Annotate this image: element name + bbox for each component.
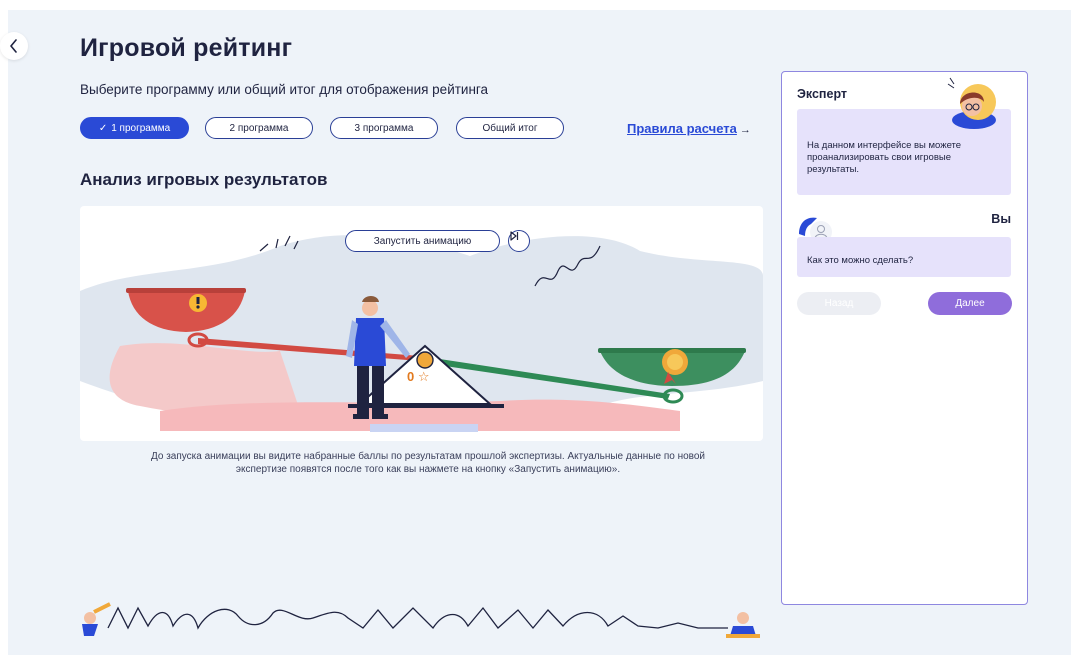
chat-next-button[interactable]: Далее (928, 292, 1012, 315)
arrow-right-icon: → (739, 124, 751, 136)
start-animation-button[interactable]: Запустить анимацию (345, 230, 500, 252)
tab-label: 1 программа (111, 122, 171, 134)
page-subtitle: Выберите программу или общий итог для от… (80, 82, 489, 97)
skip-animation-button[interactable] (508, 230, 530, 252)
tab-label: Общий итог (482, 122, 538, 134)
score-value: 0 ☆ (407, 369, 430, 385)
decorative-scribble (82, 602, 760, 638)
game-rating-page: Игровой рейтинг Выберите программу или о… (0, 10, 1071, 655)
user-message: Как это можно сделать? (797, 237, 1011, 277)
back-button[interactable] (0, 32, 28, 60)
rules-link[interactable]: Правила расчета → (627, 121, 751, 136)
chat-back-button[interactable]: Назад (797, 292, 881, 315)
check-icon: ✓ (98, 122, 108, 134)
tab-total[interactable]: Общий итог (456, 117, 564, 139)
expert-name: Эксперт (797, 87, 848, 101)
chevron-left-icon (10, 39, 17, 53)
tab-label: 2 программа (229, 122, 289, 134)
animation-description: До запуска анимации вы видите набранные … (150, 451, 706, 475)
page-title: Игровой рейтинг (80, 34, 293, 62)
animation-panel: Запустить анимацию 0 ☆ (80, 206, 763, 441)
user-name: Вы (991, 212, 1011, 226)
star-icon: ☆ (414, 369, 430, 384)
chat-panel: Эксперт На данном интерфейсе вы можете п… (781, 71, 1028, 605)
tab-program-2[interactable]: 2 программа (205, 117, 313, 139)
tab-program-1[interactable]: ✓ 1 программа (80, 117, 189, 139)
rules-link-label: Правила расчета (627, 121, 737, 136)
section-title: Анализ игровых результатов (80, 170, 328, 189)
skip-forward-icon (510, 231, 519, 241)
tab-label: 3 программа (354, 122, 414, 134)
tab-program-3[interactable]: 3 программа (330, 117, 438, 139)
expert-avatar (947, 77, 996, 129)
